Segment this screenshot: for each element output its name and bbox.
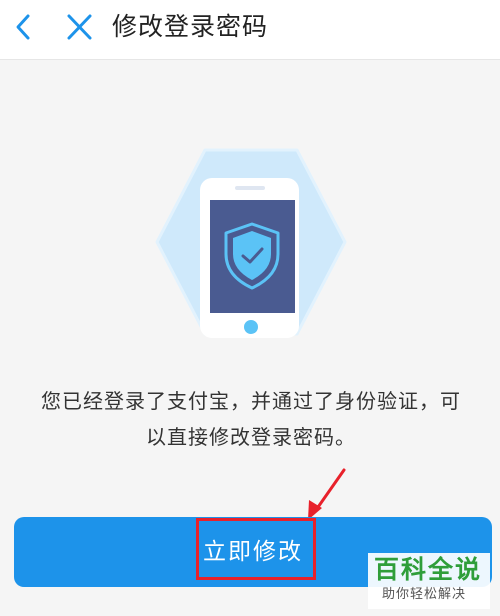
info-message: 您已经登录了支付宝，并通过了身份验证，可 以直接修改登录密码。 [20, 383, 482, 455]
watermark: 百科全说 助你轻松解决 [368, 553, 490, 609]
info-message-line-1: 您已经登录了支付宝，并通过了身份验证，可 [41, 389, 461, 413]
watermark-title: 百科全说 [374, 555, 483, 584]
info-message-line-2: 以直接修改登录密码。 [146, 425, 356, 449]
watermark-subtitle: 助你轻松解决 [382, 587, 467, 602]
phone-security-illustration [155, 148, 347, 338]
annotation-highlight-box [196, 518, 316, 580]
